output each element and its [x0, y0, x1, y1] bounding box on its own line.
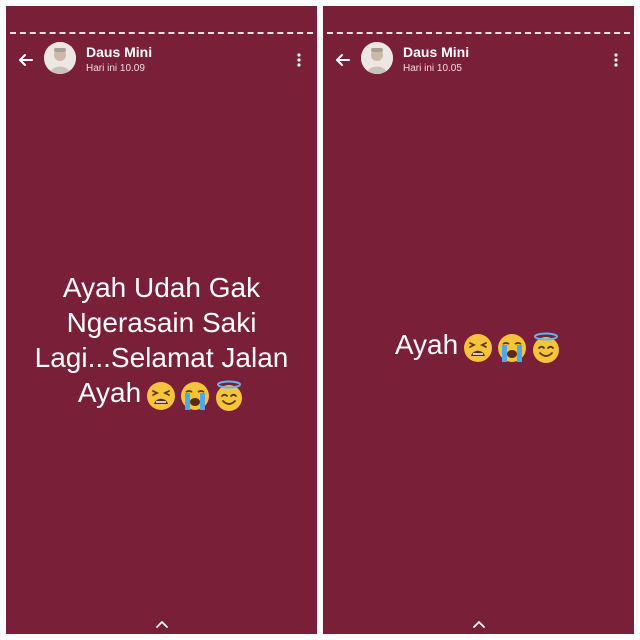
story-progress-bar	[327, 32, 630, 34]
smiling-face-with-halo-emoji-icon	[216, 380, 243, 412]
tired-face-emoji-icon	[147, 382, 176, 411]
chevron-up-icon[interactable]	[472, 620, 486, 628]
story-collage: Daus Mini Hari ini 10.09 Ayah Udah Gak N…	[0, 0, 640, 640]
story-panel-right: Daus Mini Hari ini 10.05 Ayah	[323, 6, 634, 634]
loudly-crying-face-emoji-icon	[181, 382, 210, 411]
back-arrow-icon[interactable]	[16, 50, 36, 70]
avatar-image	[361, 42, 393, 74]
story-progress-bar	[10, 32, 313, 34]
smiling-face-with-halo-emoji-icon	[533, 332, 560, 364]
more-vertical-icon[interactable]	[610, 52, 622, 68]
story-text: Ayah	[394, 329, 459, 360]
user-name[interactable]: Daus Mini	[403, 44, 469, 60]
more-vertical-icon[interactable]	[293, 52, 305, 68]
emoji-group	[460, 329, 562, 365]
back-arrow-icon[interactable]	[333, 50, 353, 70]
story-text-block: Ayah	[329, 327, 628, 364]
emoji-group	[143, 377, 245, 413]
tired-face-emoji-icon	[464, 334, 493, 363]
story-header: Daus Mini Hari ini 10.05	[323, 40, 634, 80]
user-name[interactable]: Daus Mini	[86, 44, 152, 60]
story-header: Daus Mini Hari ini 10.09	[6, 40, 317, 80]
story-timestamp: Hari ini 10.09	[86, 63, 145, 74]
loudly-crying-face-emoji-icon	[498, 334, 527, 363]
avatar-image	[44, 42, 76, 74]
story-text-block: Ayah Udah Gak Ngerasain Saki Lagi...Sela…	[12, 270, 311, 412]
story-timestamp: Hari ini 10.05	[403, 63, 462, 74]
avatar[interactable]	[361, 42, 393, 74]
story-panel-left: Daus Mini Hari ini 10.09 Ayah Udah Gak N…	[6, 6, 317, 634]
chevron-up-icon[interactable]	[155, 620, 169, 628]
avatar[interactable]	[44, 42, 76, 74]
